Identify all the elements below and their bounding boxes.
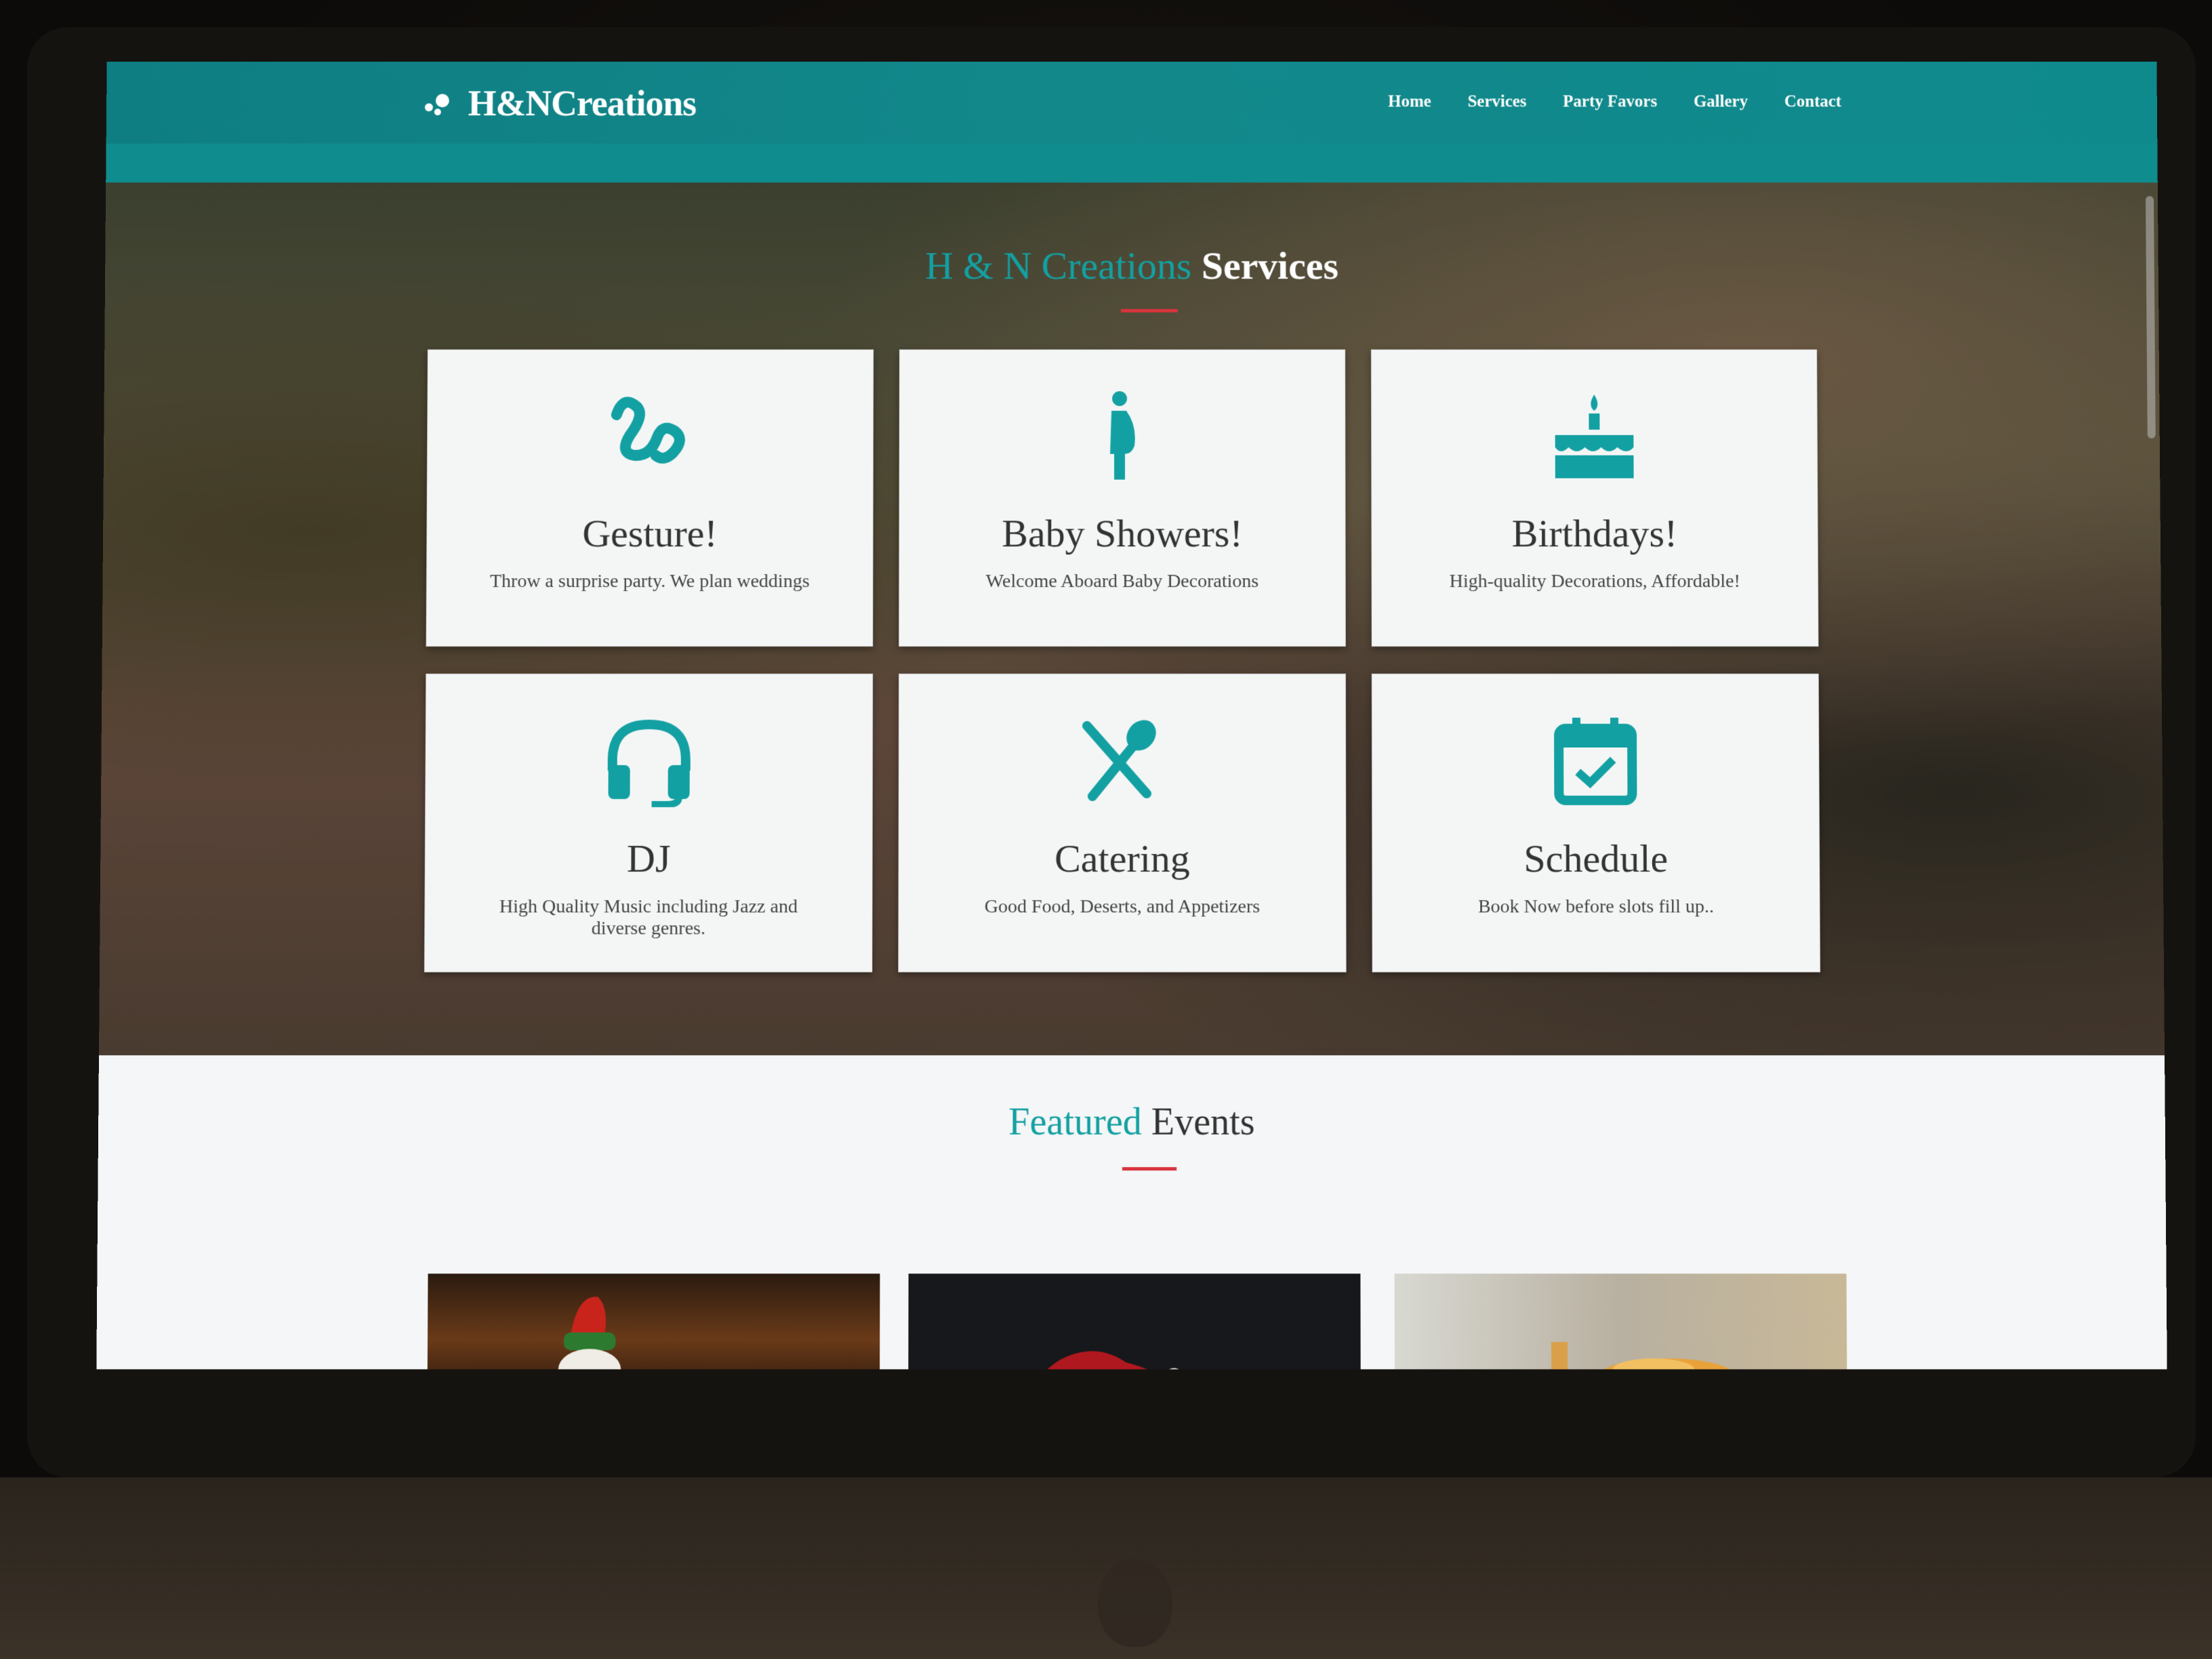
navbar-strip bbox=[106, 144, 2158, 182]
service-title: Catering bbox=[1054, 836, 1190, 881]
food-table-image bbox=[1544, 1335, 1749, 1369]
service-card-schedule[interactable]: Schedule Book Now before slots fill up.. bbox=[1372, 674, 1820, 972]
pregnant-woman-icon bbox=[1075, 388, 1170, 482]
service-title: Birthdays! bbox=[1512, 511, 1678, 556]
service-desc: High Quality Music including Jazz and di… bbox=[472, 896, 825, 939]
services-title-plain: Services bbox=[1202, 244, 1338, 288]
service-desc: Throw a surprise party. We plan weddings bbox=[474, 571, 826, 592]
sneaker-image bbox=[1010, 1342, 1215, 1369]
nav-home[interactable]: Home bbox=[1388, 93, 1431, 112]
event-thumbnail-sneaker[interactable] bbox=[908, 1273, 1360, 1369]
services-title: H & N Creations Services bbox=[105, 243, 2158, 289]
browser-screen: H&NCreations Home Services Party Favors … bbox=[96, 62, 2167, 1370]
nav-gallery[interactable]: Gallery bbox=[1694, 93, 1748, 112]
brand-name: H&NCreations bbox=[468, 83, 696, 124]
calendar-check-icon bbox=[1548, 712, 1643, 807]
santa-gnome-image bbox=[544, 1288, 632, 1370]
nav-links: Home Services Party Favors Gallery Conta… bbox=[1388, 93, 1841, 112]
featured-title-accent: Featured bbox=[1008, 1101, 1142, 1143]
featured-title-underline bbox=[1122, 1167, 1176, 1170]
service-card-baby-showers[interactable]: Baby Showers! Welcome Aboard Baby Decora… bbox=[899, 350, 1346, 647]
brand[interactable]: H&NCreations bbox=[424, 77, 696, 130]
gesture-icon bbox=[602, 388, 697, 482]
service-card-gesture[interactable]: Gesture! Throw a surprise party. We plan… bbox=[426, 350, 874, 647]
headset-icon bbox=[601, 712, 697, 807]
service-title: Schedule bbox=[1523, 836, 1668, 881]
service-title: Gesture! bbox=[582, 511, 718, 556]
event-thumbnail-christmas[interactable] bbox=[428, 1273, 880, 1369]
featured-title-plain: Events bbox=[1151, 1101, 1255, 1143]
nav-contact[interactable]: Contact bbox=[1784, 93, 1841, 112]
utensils-icon bbox=[1075, 712, 1170, 807]
apple-logo-icon bbox=[1098, 1559, 1172, 1647]
service-title: DJ bbox=[627, 836, 671, 881]
service-title: Baby Showers! bbox=[1002, 511, 1243, 556]
nav-services[interactable]: Services bbox=[1467, 93, 1526, 112]
featured-events-section: Featured Events bbox=[96, 1055, 2167, 1369]
navbar: H&NCreations Home Services Party Favors … bbox=[106, 62, 2158, 144]
service-desc: Welcome Aboard Baby Decorations bbox=[946, 571, 1298, 592]
nav-party-favors[interactable]: Party Favors bbox=[1563, 93, 1657, 112]
service-cards: Gesture! Throw a surprise party. We plan… bbox=[424, 350, 1843, 972]
service-desc: Good Food, Deserts, and Appetizers bbox=[946, 896, 1299, 918]
services-title-accent: H & N Creations bbox=[925, 244, 1191, 288]
services-hero: H & N Creations Services Gesture! Throw … bbox=[99, 182, 2165, 1055]
featured-events-title: Featured Events bbox=[98, 1101, 2165, 1144]
service-desc: High-quality Decorations, Affordable! bbox=[1419, 571, 1771, 592]
cake-icon bbox=[1547, 388, 1641, 482]
party-dots-icon bbox=[424, 90, 453, 117]
service-desc: Book Now before slots fill up.. bbox=[1420, 896, 1773, 918]
event-thumbnail-dining[interactable] bbox=[1395, 1273, 1847, 1369]
monitor: H&NCreations Home Services Party Favors … bbox=[0, 0, 2212, 1659]
service-card-dj[interactable]: DJ High Quality Music including Jazz and… bbox=[424, 674, 873, 972]
service-card-catering[interactable]: Catering Good Food, Deserts, and Appetiz… bbox=[898, 674, 1346, 972]
service-card-birthdays[interactable]: Birthdays! High-quality Decorations, Aff… bbox=[1371, 350, 1818, 647]
services-title-underline bbox=[1121, 309, 1178, 312]
